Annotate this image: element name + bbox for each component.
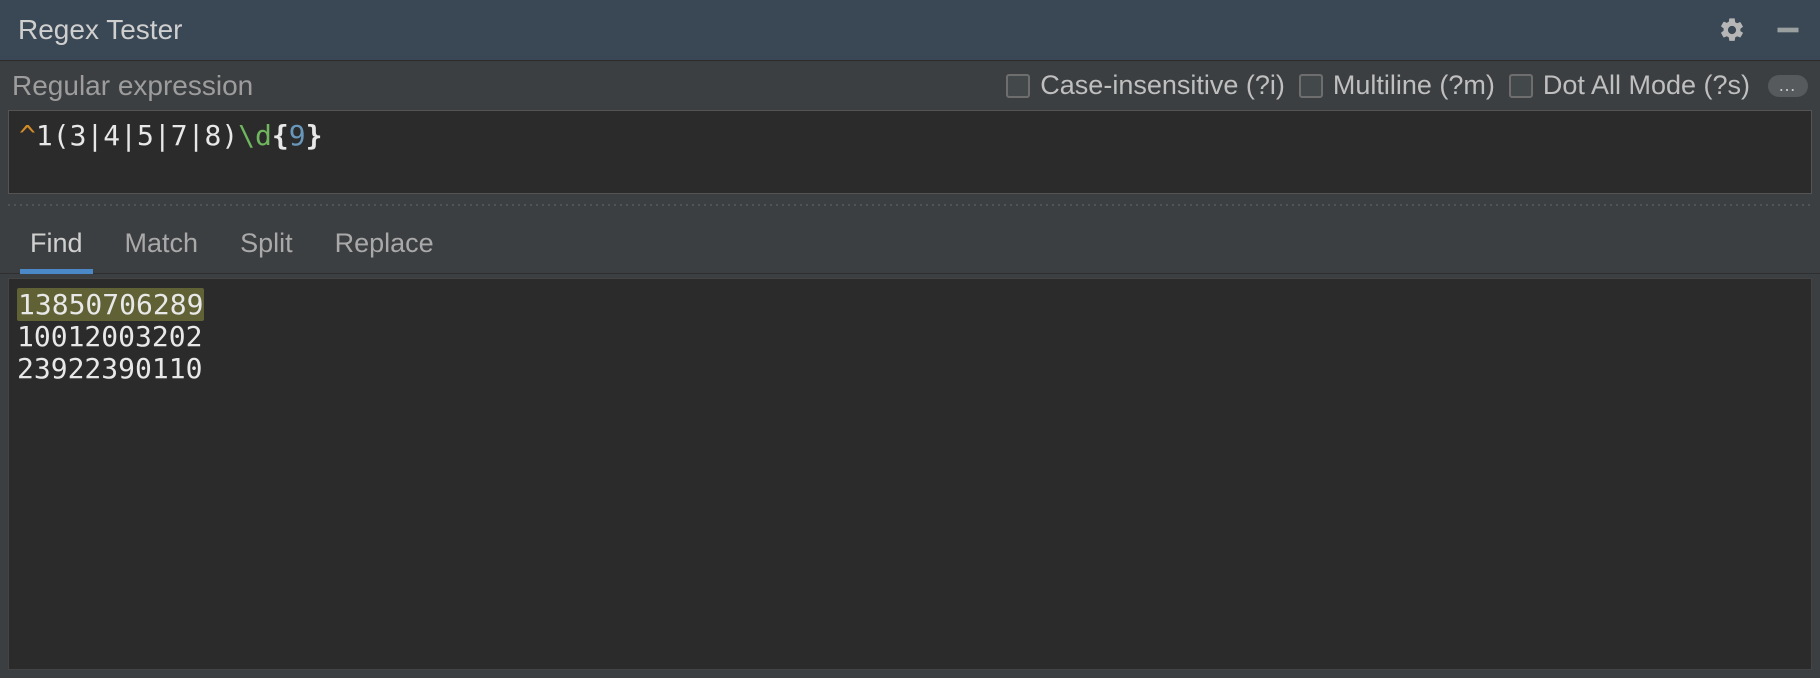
text-line: 23922390110 <box>17 353 1803 385</box>
option-case-insensitive[interactable]: Case-insensitive (?i) <box>1006 70 1285 101</box>
option-dot-all[interactable]: Dot All Mode (?s) <box>1509 70 1750 101</box>
regex-token: 7 <box>171 119 188 152</box>
regex-token: 8 <box>204 119 221 152</box>
regex-token: 5 <box>137 119 154 152</box>
regex-token: | <box>120 119 137 152</box>
title-actions <box>1718 16 1802 44</box>
tab-find[interactable]: Find <box>30 228 83 273</box>
option-label: Case-insensitive (?i) <box>1040 70 1285 101</box>
regex-token: 4 <box>103 119 120 152</box>
regex-token: 3 <box>70 119 87 152</box>
sample-text-input[interactable]: 138507062891001200320223922390110 <box>8 278 1812 670</box>
minimize-icon[interactable] <box>1774 16 1802 44</box>
regex-token: ) <box>221 119 238 152</box>
more-options-icon[interactable]: … <box>1768 75 1808 97</box>
checkbox-icon[interactable] <box>1006 74 1030 98</box>
regex-token: { <box>272 119 289 152</box>
tabs-bar: Find Match Split Replace <box>0 210 1820 274</box>
regex-token: } <box>306 119 323 152</box>
tab-match[interactable]: Match <box>125 228 199 273</box>
regex-token: | <box>154 119 171 152</box>
option-label: Multiline (?m) <box>1333 70 1495 101</box>
regex-token: 1 <box>36 119 53 152</box>
regex-input[interactable]: ^1(3|4|5|7|8)\d{9} <box>8 110 1812 194</box>
tab-split[interactable]: Split <box>240 228 293 273</box>
option-multiline[interactable]: Multiline (?m) <box>1299 70 1495 101</box>
regex-token: \d <box>238 119 272 152</box>
regex-token: ^ <box>19 119 36 152</box>
match-highlight: 13850706289 <box>17 288 204 321</box>
text-line: 13850706289 <box>17 289 1803 321</box>
text-line: 10012003202 <box>17 321 1803 353</box>
tab-replace[interactable]: Replace <box>335 228 434 273</box>
gear-icon[interactable] <box>1718 16 1746 44</box>
title-bar: Regex Tester <box>0 0 1820 60</box>
options-row: Regular expression Case-insensitive (?i)… <box>0 60 1820 110</box>
panel-title: Regex Tester <box>18 14 1718 46</box>
regex-section-label: Regular expression <box>12 70 253 102</box>
option-label: Dot All Mode (?s) <box>1543 70 1750 101</box>
checkbox-icon[interactable] <box>1299 74 1323 98</box>
splitter-handle[interactable] <box>6 200 1814 210</box>
checkbox-icon[interactable] <box>1509 74 1533 98</box>
regex-token: | <box>188 119 205 152</box>
regex-token: 9 <box>289 119 306 152</box>
regex-token: | <box>86 119 103 152</box>
regex-token: ( <box>53 119 70 152</box>
